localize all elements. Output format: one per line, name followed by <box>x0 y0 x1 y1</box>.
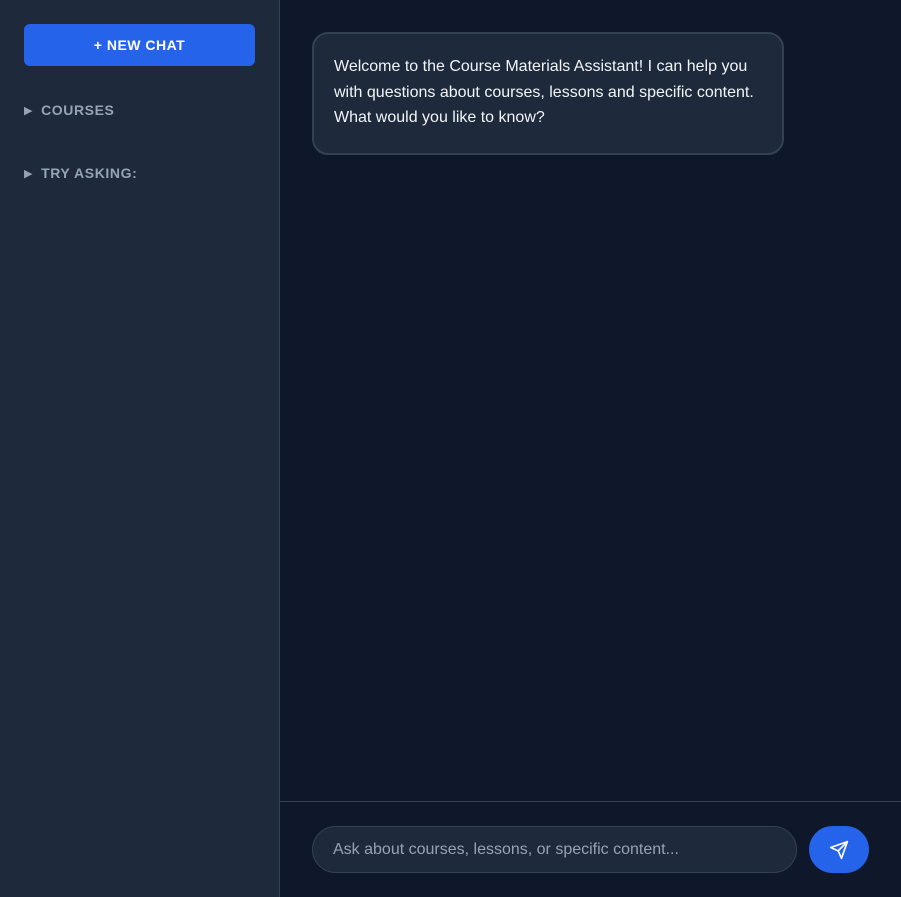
courses-section-toggle[interactable]: ▶ COURSES <box>24 102 255 118</box>
send-button[interactable] <box>809 826 869 873</box>
try-asking-section-label: TRY ASKING: <box>41 165 138 181</box>
chat-input[interactable] <box>312 826 797 873</box>
new-chat-button[interactable]: + NEW CHAT <box>24 24 255 66</box>
chat-main: Welcome to the Course Materials Assistan… <box>280 0 901 897</box>
assistant-message: Welcome to the Course Materials Assistan… <box>312 32 784 155</box>
try-asking-section-toggle[interactable]: ▶ TRY ASKING: <box>24 165 255 181</box>
chat-input-bar <box>280 801 901 897</box>
courses-section-label: COURSES <box>41 102 115 118</box>
sidebar: + NEW CHAT ▶ COURSES ▶ TRY ASKING: <box>0 0 280 897</box>
send-icon <box>829 840 849 860</box>
message-list: Welcome to the Course Materials Assistan… <box>312 32 869 155</box>
caret-right-icon: ▶ <box>24 167 34 180</box>
app: + NEW CHAT ▶ COURSES ▶ TRY ASKING: Welco… <box>0 0 901 897</box>
caret-right-icon: ▶ <box>24 104 34 117</box>
